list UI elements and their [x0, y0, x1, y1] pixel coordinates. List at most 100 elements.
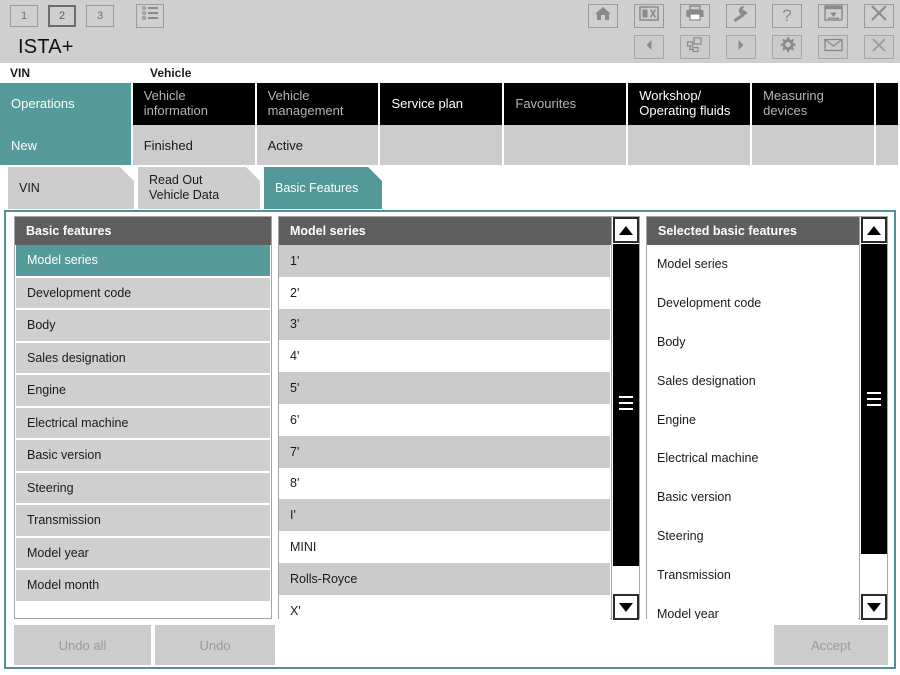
- thumb-grip-line: [867, 398, 881, 400]
- tertiary-tab-basic-features[interactable]: Basic Features: [264, 167, 382, 209]
- forward-button[interactable]: [726, 35, 756, 59]
- basic-feature-label: Sales designation: [27, 350, 126, 365]
- selected-feature-item[interactable]: Engine: [647, 400, 858, 439]
- basic-feature-label: Steering: [27, 480, 74, 495]
- model-series-scrollbar[interactable]: [611, 217, 639, 620]
- basic-feature-item[interactable]: Model month: [16, 570, 270, 603]
- selected-feature-item[interactable]: Transmission: [647, 555, 858, 595]
- model-series-item[interactable]: 6': [279, 403, 610, 436]
- basic-feature-item[interactable]: Transmission: [16, 505, 270, 538]
- nav-button-2[interactable]: 2: [48, 4, 76, 27]
- scroll-track[interactable]: [861, 244, 887, 593]
- basic-feature-item[interactable]: Body: [16, 310, 270, 343]
- model-series-item[interactable]: 8': [279, 467, 610, 500]
- secondary-tab-empty[interactable]: [752, 125, 877, 165]
- settings-button[interactable]: [772, 35, 802, 59]
- primary-tab-vehicle-management[interactable]: Vehicle management: [256, 83, 381, 125]
- basic-feature-item[interactable]: Sales designation: [16, 342, 270, 375]
- primary-tab-workshop-operating-fluids[interactable]: Workshop/Operating fluids: [628, 83, 753, 125]
- selected-feature-item[interactable]: Development code: [647, 283, 858, 323]
- close-window-button[interactable]: [864, 3, 894, 28]
- scroll-down-button[interactable]: [613, 594, 639, 620]
- undo-button[interactable]: Undo: [155, 625, 275, 665]
- model-series-item[interactable]: 4': [279, 340, 610, 373]
- basic-feature-item[interactable]: Development code: [16, 277, 270, 310]
- model-series-label: 4': [290, 349, 300, 364]
- secondary-tab-empty[interactable]: [504, 125, 629, 165]
- model-series-item[interactable]: 3': [279, 308, 610, 341]
- scroll-track[interactable]: [613, 244, 639, 593]
- basic-feature-item[interactable]: Model series: [16, 245, 270, 278]
- secondary-tab-finished[interactable]: Finished: [132, 125, 257, 165]
- selected-feature-item[interactable]: Basic version: [647, 477, 858, 517]
- list-button[interactable]: [136, 3, 164, 28]
- network-tree-button[interactable]: [680, 35, 710, 59]
- secondary-tab-empty[interactable]: [628, 125, 753, 165]
- nav-button-3[interactable]: 3: [86, 4, 114, 27]
- printer-icon: [685, 5, 705, 26]
- basic-feature-item[interactable]: Electrical machine: [16, 407, 270, 440]
- secondary-tab-empty[interactable]: [876, 125, 900, 165]
- selected-features-scrollbar[interactable]: [859, 217, 887, 620]
- basic-feature-item[interactable]: Engine: [16, 375, 270, 408]
- scroll-down-button[interactable]: [861, 594, 887, 620]
- model-series-item[interactable]: 7': [279, 435, 610, 468]
- id-card-button[interactable]: [634, 3, 664, 28]
- panel-collapse-button[interactable]: [818, 3, 848, 28]
- mail-button[interactable]: [818, 35, 848, 59]
- selected-features-list[interactable]: Model series Development code Body Sales de…: [647, 245, 858, 619]
- selected-feature-item[interactable]: Body: [647, 322, 858, 362]
- help-icon: ?: [782, 6, 792, 25]
- selected-feature-item[interactable]: Sales designation: [647, 361, 858, 401]
- thumb-grip-line: [619, 408, 633, 410]
- tertiary-tab-label: VIN: [19, 180, 40, 195]
- model-series-item[interactable]: 1': [279, 245, 610, 277]
- secondary-tab-label: Active: [267, 137, 303, 153]
- selected-feature-item[interactable]: Steering: [647, 516, 858, 556]
- model-series-item[interactable]: Rolls-Royce: [279, 562, 610, 595]
- basic-feature-item[interactable]: Model year: [16, 537, 270, 570]
- model-series-label: 8': [290, 476, 300, 491]
- tertiary-tab-vin[interactable]: VIN: [8, 167, 134, 209]
- secondary-tab-empty[interactable]: [380, 125, 505, 165]
- basic-features-list[interactable]: Model series Development code Body Sales de…: [15, 245, 271, 619]
- home-button[interactable]: [588, 3, 618, 28]
- secondary-tab-new[interactable]: New: [0, 125, 133, 165]
- scroll-thumb[interactable]: [613, 244, 639, 566]
- model-series-item[interactable]: 5': [279, 372, 610, 404]
- model-series-item[interactable]: X': [279, 594, 610, 619]
- basic-feature-label: Model year: [27, 545, 89, 560]
- secondary-tab-active[interactable]: Active: [256, 125, 381, 165]
- basic-feature-item[interactable]: Basic version: [16, 440, 270, 473]
- primary-tab-service-plan[interactable]: Service plan: [380, 83, 505, 125]
- model-series-item[interactable]: 2': [279, 276, 610, 309]
- help-button[interactable]: ?: [772, 3, 802, 28]
- tertiary-tab-read-out-vehicle-data[interactable]: Read Out Vehicle Data: [138, 167, 260, 209]
- model-series-label: X': [290, 603, 301, 618]
- scroll-up-button[interactable]: [861, 217, 887, 243]
- model-series-list[interactable]: 1' 2' 3' 4' 5' 6' 7' 8' I' MINI Rolls-Royce X': [279, 245, 610, 619]
- primary-tab-measuring-devices[interactable]: Measuring devices: [752, 83, 877, 125]
- print-button[interactable]: [680, 3, 710, 28]
- back-button[interactable]: [634, 35, 664, 59]
- basic-feature-item[interactable]: Steering: [16, 472, 270, 505]
- scroll-up-button[interactable]: [613, 217, 639, 243]
- accept-button[interactable]: Accept: [774, 625, 888, 665]
- selected-feature-item[interactable]: Electrical machine: [647, 438, 858, 478]
- scroll-thumb[interactable]: [861, 244, 887, 554]
- primary-tab-bar: Operations Vehicle information Vehicle mana…: [0, 83, 900, 125]
- selected-feature-item[interactable]: Model year: [647, 594, 858, 619]
- close-session-button[interactable]: [864, 35, 894, 59]
- primary-tab-favourites[interactable]: Favourites: [504, 83, 629, 125]
- thumb-grip-line: [619, 396, 633, 398]
- model-series-item[interactable]: MINI: [279, 531, 610, 563]
- basic-feature-label: Engine: [27, 383, 66, 398]
- primary-tab-operations[interactable]: Operations: [0, 83, 133, 125]
- settings-wrench-button[interactable]: [726, 3, 756, 28]
- primary-tab-vehicle-information[interactable]: Vehicle information: [132, 83, 257, 125]
- primary-tab-empty[interactable]: [876, 83, 900, 125]
- undo-all-button[interactable]: Undo all: [14, 625, 151, 665]
- selected-feature-item[interactable]: Model series: [647, 245, 858, 284]
- model-series-item[interactable]: I': [279, 499, 610, 532]
- nav-button-1[interactable]: 1: [10, 4, 38, 27]
